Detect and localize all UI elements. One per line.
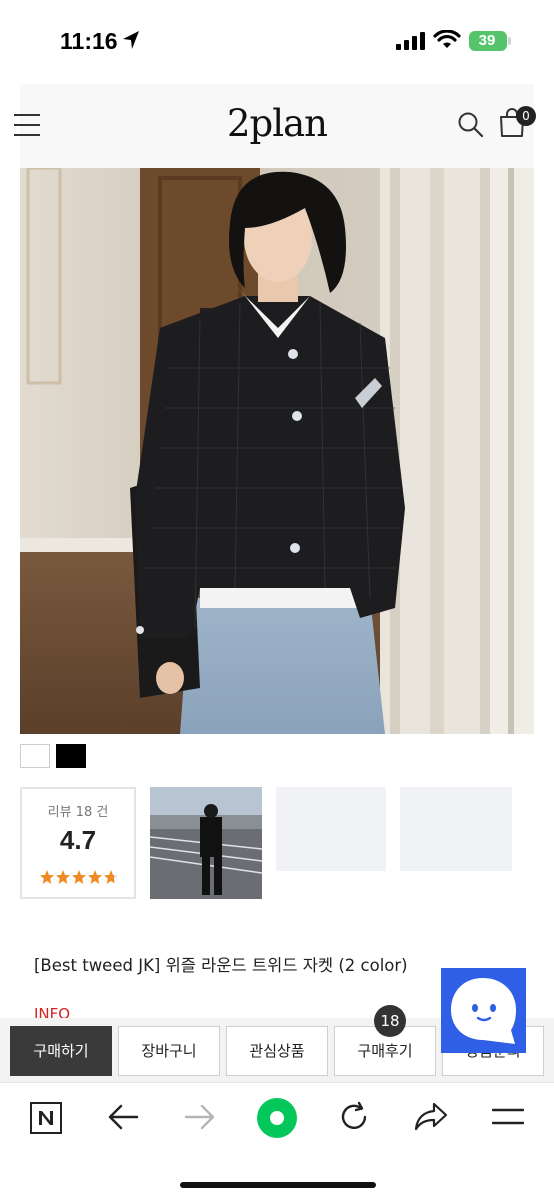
review-score: 4.7 bbox=[59, 825, 97, 855]
review-thumbnail[interactable] bbox=[150, 787, 262, 899]
cart-count-badge: 0 bbox=[516, 106, 536, 126]
wishlist-button[interactable]: 관심상품 bbox=[226, 1026, 328, 1076]
site-logo[interactable]: 2plan bbox=[20, 102, 534, 145]
forward-arrow-icon[interactable] bbox=[184, 1103, 216, 1131]
buy-button[interactable]: 구매하기 bbox=[10, 1026, 112, 1076]
signal-bars-icon bbox=[396, 32, 425, 50]
color-swatch-white[interactable] bbox=[20, 744, 50, 768]
review-count-label: 리뷰 18 건 bbox=[47, 805, 109, 820]
star-rating-icon bbox=[40, 870, 118, 884]
back-arrow-icon[interactable] bbox=[107, 1103, 139, 1131]
product-main-image[interactable] bbox=[20, 168, 534, 734]
battery-icon: 39 bbox=[469, 31, 507, 51]
location-arrow-icon bbox=[123, 31, 139, 49]
review-summary-box[interactable]: 리뷰 18 건 4.7 bbox=[20, 787, 136, 899]
product-title: [Best tweed JK] 위즐 라운드 트위드 자켓 (2 color) bbox=[34, 956, 408, 975]
battery-level: 39 bbox=[478, 32, 496, 49]
chatbot-face-icon bbox=[451, 978, 516, 1044]
naver-n-icon[interactable] bbox=[30, 1102, 62, 1134]
site-header: 2plan 0 bbox=[14, 84, 536, 168]
thumbnail-placeholder bbox=[400, 787, 512, 871]
home-indicator bbox=[180, 1182, 376, 1188]
review-count-badge: 18 bbox=[374, 1005, 406, 1037]
green-home-icon[interactable] bbox=[256, 1097, 298, 1139]
share-icon[interactable] bbox=[414, 1101, 448, 1131]
reload-icon[interactable] bbox=[338, 1101, 370, 1133]
thumbnail-placeholder bbox=[276, 787, 386, 871]
status-bar: 11:16 39 bbox=[0, 0, 554, 84]
status-time: 11:16 bbox=[60, 28, 118, 54]
battery-nub bbox=[508, 37, 511, 45]
color-swatch-black[interactable] bbox=[56, 744, 86, 768]
search-icon[interactable] bbox=[458, 111, 484, 139]
menu-icon[interactable] bbox=[492, 1107, 524, 1127]
wifi-icon bbox=[433, 30, 461, 48]
chat-button[interactable] bbox=[441, 968, 526, 1053]
add-to-cart-button[interactable]: 장바구니 bbox=[118, 1026, 220, 1076]
